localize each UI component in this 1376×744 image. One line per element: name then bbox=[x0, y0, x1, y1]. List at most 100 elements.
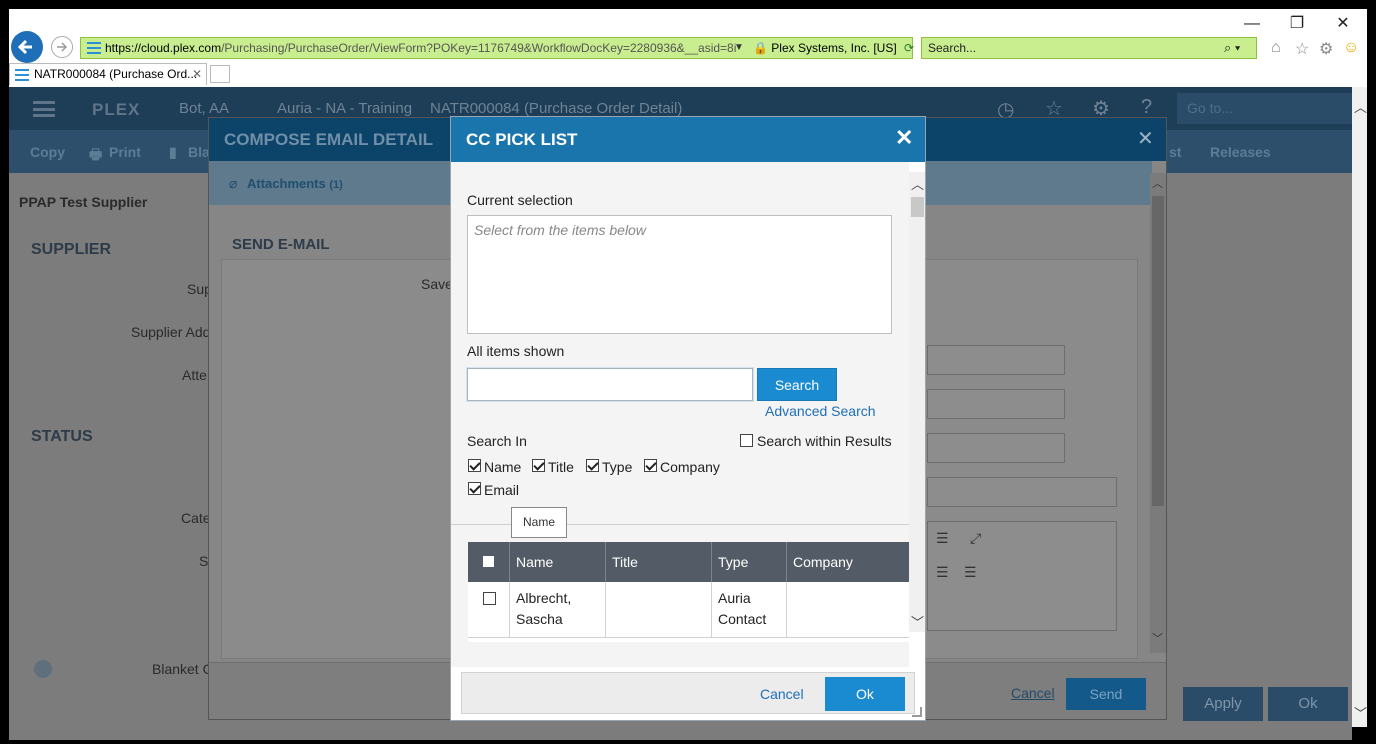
app-ok-button[interactable]: Ok bbox=[1268, 687, 1348, 721]
goto-input[interactable]: Go to... bbox=[1177, 93, 1352, 124]
info-icon[interactable] bbox=[34, 660, 52, 678]
browser-tab[interactable]: NATR000084 (Purchase Ord... ✕ bbox=[9, 63, 207, 85]
cell-company[interactable] bbox=[787, 582, 909, 638]
advanced-search-link[interactable]: Advanced Search bbox=[765, 403, 876, 419]
restore-icon[interactable]: ❐ bbox=[1282, 13, 1312, 35]
releases-button[interactable]: Releases bbox=[1210, 144, 1271, 160]
filter-name-checkbox[interactable] bbox=[468, 459, 481, 472]
filter-type-checkbox[interactable] bbox=[586, 459, 599, 472]
compose-scroll-down-icon[interactable]: ﹀ bbox=[1152, 630, 1163, 646]
pick-list-title: CC PICK LIST bbox=[466, 130, 578, 149]
section-status[interactable]: STATUS bbox=[31, 428, 93, 446]
cc-pick-list-modal: CC PICK LIST ✕ Current selection Select … bbox=[450, 116, 926, 721]
new-tab-button[interactable] bbox=[210, 65, 230, 83]
pick-list-close-icon[interactable]: ✕ bbox=[895, 125, 913, 151]
section-supplier[interactable]: SUPPLIER bbox=[31, 241, 111, 259]
bcc-field[interactable] bbox=[927, 433, 1065, 463]
list-button[interactable]: st bbox=[1169, 144, 1181, 160]
pick-scroll-down-icon[interactable]: ﹀ bbox=[911, 612, 924, 631]
blank-button[interactable]: Bla bbox=[188, 144, 210, 160]
current-selection-box[interactable]: Select from the items below bbox=[467, 215, 892, 334]
filter-email-checkbox[interactable] bbox=[468, 482, 481, 495]
current-selection-label: Current selection bbox=[467, 192, 573, 208]
filter-company-checkbox[interactable] bbox=[644, 459, 657, 472]
resize-handle-icon[interactable] bbox=[912, 707, 922, 717]
send-email-header[interactable]: SEND E-MAIL bbox=[232, 236, 330, 253]
column-header-name[interactable]: Name bbox=[510, 542, 606, 582]
to-field[interactable] bbox=[927, 345, 1065, 375]
compose-scroll-thumb[interactable] bbox=[1152, 196, 1164, 506]
align-right-icon[interactable]: ☰ bbox=[936, 564, 949, 581]
justify-icon[interactable]: ☰ bbox=[936, 530, 949, 547]
hamburger-menu-icon[interactable] bbox=[33, 101, 55, 117]
compose-scroll-up-icon[interactable]: ︿ bbox=[1152, 175, 1163, 191]
pick-search-input[interactable] bbox=[467, 368, 753, 401]
browser-chrome: — ❐ ✕ https://cloud.plex.com/Purchasing/… bbox=[9, 9, 1367, 87]
site-identity[interactable]: 🔒 Plex Systems, Inc. [US] ⟳ bbox=[753, 41, 914, 55]
copy-button[interactable]: Copy bbox=[30, 144, 65, 160]
url-prefix: https://cloud. bbox=[105, 41, 174, 55]
cell-type[interactable]: Auria Contact bbox=[712, 582, 787, 638]
column-tooltip: Name bbox=[511, 507, 567, 538]
forward-arrow-icon bbox=[57, 42, 68, 52]
send-button[interactable]: Send bbox=[1066, 678, 1146, 710]
browser-search-input[interactable]: Search... ⌕ ▾ bbox=[921, 37, 1257, 59]
column-header-type[interactable]: Type bbox=[712, 542, 787, 582]
apply-button[interactable]: Apply bbox=[1183, 687, 1263, 721]
refresh-icon[interactable]: ⟳ bbox=[904, 41, 914, 55]
forward-button[interactable] bbox=[51, 36, 73, 58]
selection-placeholder: Select from the items below bbox=[474, 222, 646, 238]
cc-field[interactable] bbox=[927, 389, 1065, 419]
row-checkbox[interactable] bbox=[483, 592, 496, 605]
pick-cancel-link[interactable]: Cancel bbox=[760, 686, 804, 702]
pick-ok-button[interactable]: Ok bbox=[825, 677, 905, 711]
cell-name[interactable]: Albrecht, Sascha bbox=[510, 582, 606, 638]
search-button[interactable]: Search bbox=[757, 368, 837, 401]
print-icon[interactable]: 🖶 bbox=[89, 144, 102, 168]
subject-field[interactable] bbox=[927, 477, 1117, 507]
help-icon[interactable]: ? bbox=[1141, 96, 1152, 119]
pick-list-vertical-scrollbar[interactable] bbox=[909, 172, 925, 632]
user-name[interactable]: Bot, AA bbox=[179, 100, 229, 117]
column-header-company[interactable]: Company bbox=[787, 542, 909, 582]
compose-title: COMPOSE EMAIL DETAIL bbox=[224, 130, 434, 149]
column-header-title[interactable]: Title bbox=[606, 542, 712, 582]
browser-scrollbar[interactable]: ︿ ﹀ bbox=[1352, 87, 1367, 727]
cell-title[interactable] bbox=[606, 582, 712, 638]
pick-list-grid: Name Title Type Company Albrecht, Sascha… bbox=[468, 542, 909, 642]
supplier-name: PPAP Test Supplier bbox=[19, 194, 148, 210]
app-footer: Apply Ok bbox=[1181, 687, 1351, 723]
select-all-checkbox[interactable] bbox=[483, 556, 494, 567]
fullscreen-icon[interactable]: ⤢ bbox=[970, 530, 981, 547]
pick-list-footer: Cancel Ok bbox=[461, 672, 915, 714]
back-button[interactable] bbox=[11, 31, 43, 63]
compose-close-icon[interactable]: ✕ bbox=[1137, 126, 1154, 151]
align-justify-icon[interactable]: ☰ bbox=[964, 564, 977, 581]
url-path: /Purchasing/PurchaseOrder/ViewForm?POKey… bbox=[221, 41, 737, 55]
print-button[interactable]: Print bbox=[109, 144, 141, 160]
tab-close-icon[interactable]: ✕ bbox=[192, 64, 202, 84]
filter-title-label: Title bbox=[548, 459, 574, 475]
blanket-icon[interactable]: ▮ bbox=[169, 144, 177, 161]
home-icon[interactable]: ⌂ bbox=[1271, 39, 1281, 57]
dropdown-arrow-icon[interactable]: ▼ bbox=[734, 42, 744, 53]
smiley-icon[interactable]: ☺ bbox=[1343, 39, 1359, 57]
filter-title-checkbox[interactable] bbox=[532, 459, 545, 472]
search-within-checkbox[interactable] bbox=[740, 434, 753, 447]
search-in-label: Search In bbox=[467, 433, 527, 449]
row-select-cell[interactable] bbox=[468, 582, 510, 638]
filter-email-label: Email bbox=[484, 482, 520, 498]
search-icon[interactable]: ⌕ ▾ bbox=[1224, 38, 1240, 58]
close-window-icon[interactable]: ✕ bbox=[1328, 13, 1358, 35]
environment-name[interactable]: Auria - NA - Training bbox=[277, 100, 412, 117]
pick-list-vertical-thumb[interactable] bbox=[911, 197, 924, 217]
favorites-icon[interactable]: ☆ bbox=[1295, 39, 1309, 59]
pick-scroll-up-icon[interactable]: ︿ bbox=[911, 174, 924, 193]
minimize-icon[interactable]: — bbox=[1237, 13, 1267, 35]
scroll-up-icon[interactable]: ︿ bbox=[1354, 97, 1367, 116]
label-atte: Atte bbox=[182, 367, 207, 383]
settings-gear-icon[interactable]: ⚙ bbox=[1319, 39, 1333, 59]
scroll-down-icon[interactable]: ﹀ bbox=[1354, 703, 1367, 722]
compose-cancel-link[interactable]: Cancel bbox=[1011, 685, 1055, 701]
select-all-header[interactable] bbox=[468, 542, 510, 582]
